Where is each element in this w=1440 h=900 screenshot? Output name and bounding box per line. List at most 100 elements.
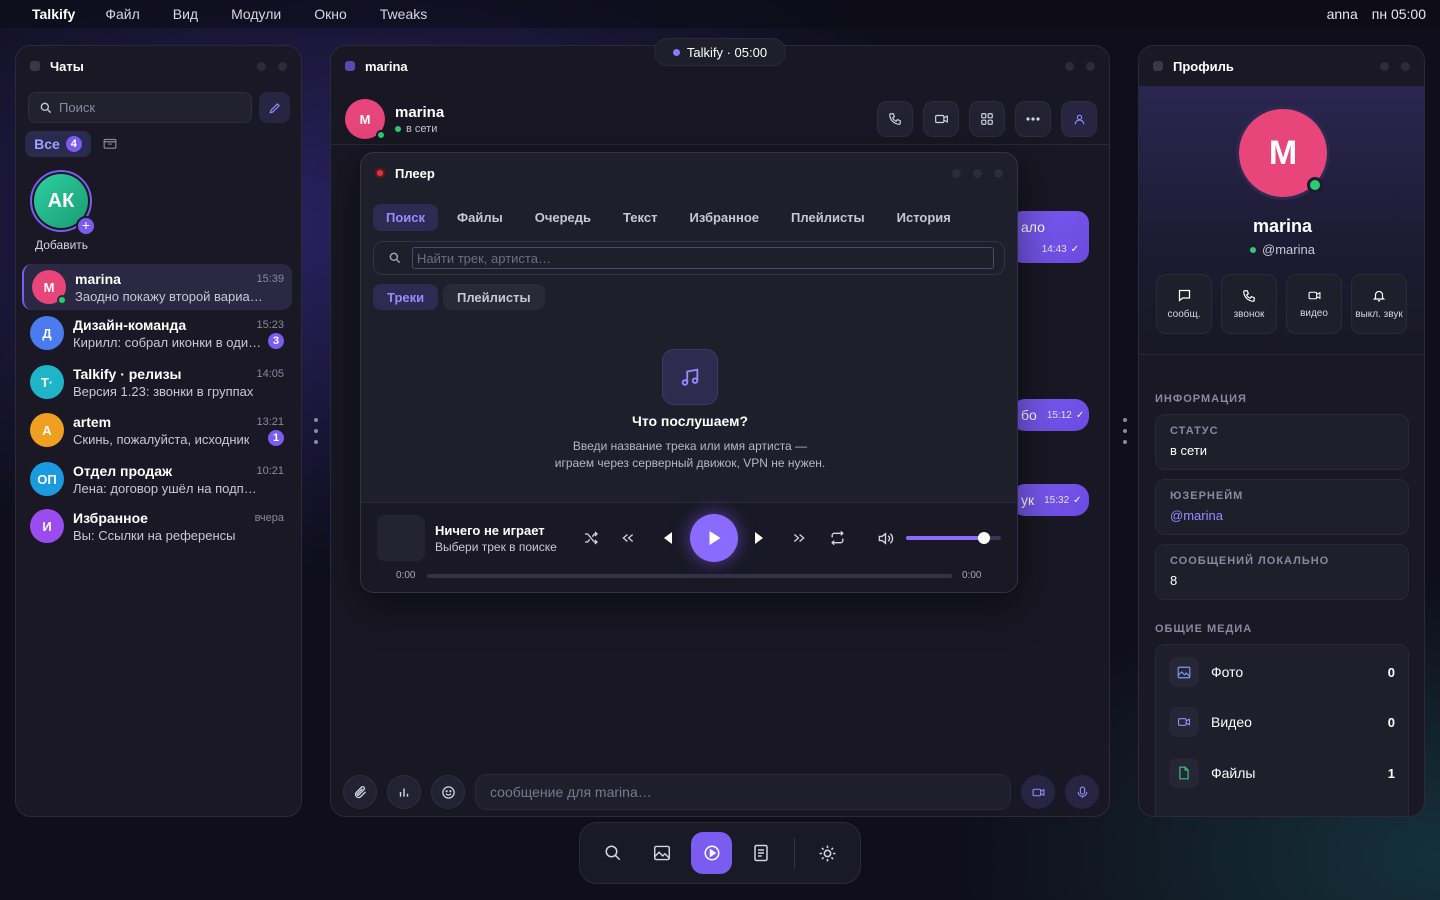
message-action-button[interactable]: сообщ.: [1156, 274, 1212, 334]
media-videos[interactable]: Видео 0: [1155, 697, 1409, 747]
rewind-button[interactable]: [617, 528, 639, 548]
menu-modules[interactable]: Модули: [231, 6, 281, 22]
tab-lyrics[interactable]: Текст: [610, 204, 670, 231]
pill-text: Talkify · 05:00: [686, 44, 768, 60]
volume-slider[interactable]: [906, 532, 1001, 544]
dock-search-button[interactable]: [592, 832, 633, 874]
tab-playlists[interactable]: Плейлисты: [778, 204, 878, 231]
info-key: СТАТУС: [1170, 425, 1219, 437]
app-name[interactable]: Talkify: [32, 6, 75, 22]
dock-gallery-button[interactable]: [641, 832, 682, 874]
attach-button[interactable]: [343, 775, 377, 809]
volume-knob[interactable]: [977, 532, 990, 544]
chat-item[interactable]: И Избранное вчера Вы: Ссылки на референсы: [22, 503, 292, 549]
info-messages-card: СООБЩЕНИЙ ЛОКАЛЬНО 8: [1155, 544, 1409, 600]
next-button[interactable]: [748, 528, 770, 548]
tab-favorites[interactable]: Избранное: [676, 204, 772, 231]
modules-button[interactable]: [969, 101, 1005, 137]
story-add[interactable]: АК +: [30, 170, 96, 236]
voice-button[interactable]: [1065, 775, 1099, 809]
new-chat-button[interactable]: [259, 92, 290, 123]
chat-item[interactable]: T· Talkify · релизы 14:05 Версия 1.23: звон…: [22, 359, 292, 405]
close-icon[interactable]: [994, 168, 1003, 178]
chat-item[interactable]: ОП Отдел продаж 10:21 Лена: договор ушёл на…: [22, 456, 292, 502]
search-input[interactable]: Поиск: [28, 92, 252, 123]
panel-grip-icon[interactable]: [345, 61, 355, 71]
progress-bar[interactable]: [427, 574, 952, 578]
repeat-button[interactable]: [826, 528, 848, 548]
message-bubble[interactable]: бо 15:12 ✓: [1011, 399, 1089, 431]
filter-all-tab[interactable]: Все 4: [25, 131, 91, 157]
contact-avatar[interactable]: M: [345, 99, 386, 140]
menubar-user[interactable]: anna: [1327, 6, 1358, 22]
subtab-playlists[interactable]: Плейлисты: [443, 284, 545, 310]
minimize-icon[interactable]: [257, 61, 266, 71]
chat-item[interactable]: Д Дизайн-команда 15:23 Кирилл: собрал иконк…: [22, 310, 292, 356]
shuffle-button[interactable]: [580, 528, 602, 548]
video-action-button[interactable]: видео: [1286, 274, 1342, 334]
tab-queue[interactable]: Очередь: [522, 204, 604, 231]
message-bubble[interactable]: ало 14:43 ✓: [1011, 211, 1089, 263]
close-icon[interactable]: [1086, 61, 1095, 71]
chat-time: 15:23: [256, 318, 284, 331]
poll-button[interactable]: [387, 775, 421, 809]
minimize-icon[interactable]: [1380, 61, 1389, 71]
info-value[interactable]: @marina: [1170, 508, 1394, 523]
conversation-title: marina: [365, 58, 408, 74]
menu-tweaks[interactable]: Tweaks: [380, 6, 427, 22]
pin-icon[interactable]: [952, 168, 961, 178]
chat-item[interactable]: Mmarina 15:39 Заодно покажу второй вариант…: [22, 264, 292, 310]
tab-history[interactable]: История: [884, 204, 964, 231]
dock-settings-button[interactable]: [807, 832, 848, 874]
fast-forward-button[interactable]: [788, 528, 810, 548]
resize-handle-right[interactable]: [1122, 418, 1127, 444]
resize-handle-left[interactable]: [313, 418, 318, 444]
online-dot: [376, 130, 386, 140]
mute-action-button[interactable]: выкл. звук: [1351, 274, 1407, 334]
bell-icon: [1372, 290, 1386, 302]
minimize-icon[interactable]: [973, 168, 982, 178]
minimize-icon[interactable]: [1065, 61, 1074, 71]
info-username-card[interactable]: ЮЗЕРНЕЙМ @marina: [1155, 479, 1409, 535]
media-files[interactable]: Файлы 1: [1155, 748, 1409, 798]
track-search-field[interactable]: Найти трек, артиста…: [412, 247, 994, 269]
message-bubble[interactable]: ук 15:32 ✓: [1011, 484, 1089, 516]
rewind-icon: [622, 534, 634, 542]
folder-icon[interactable]: [103, 137, 117, 150]
subtab-tracks[interactable]: Треки: [373, 284, 439, 310]
empty-line-2: играем через серверный движок, VPN не ну…: [554, 456, 826, 470]
volume-fill: [906, 536, 984, 540]
status-pill[interactable]: Talkify · 05:00: [654, 38, 786, 66]
tab-search[interactable]: Поиск: [373, 204, 439, 231]
track-search-input[interactable]: Найти трек, артиста…: [373, 241, 1005, 275]
call-button[interactable]: [877, 101, 913, 137]
more-button[interactable]: [1015, 101, 1051, 137]
menu-window[interactable]: Окно: [314, 6, 347, 22]
media-photos[interactable]: Фото 0: [1155, 647, 1409, 697]
close-icon[interactable]: [1401, 61, 1410, 71]
chat-item[interactable]: Aartem 13:21 Скинь, пожалуйста, исходник 1: [22, 407, 292, 453]
pill-dot: [672, 48, 680, 56]
volume-button[interactable]: [874, 528, 896, 548]
previous-button[interactable]: [657, 528, 679, 548]
video-message-button[interactable]: [1021, 775, 1055, 809]
video-call-button[interactable]: [923, 101, 959, 137]
tab-files[interactable]: Файлы: [444, 204, 516, 231]
panel-grip-icon[interactable]: [1153, 61, 1163, 71]
play-button[interactable]: [690, 514, 738, 562]
empty-line-1: Введи название трека или имя артиста —: [572, 439, 808, 453]
panel-grip-icon[interactable]: [30, 61, 40, 71]
menu-view[interactable]: Вид: [173, 6, 198, 22]
profile-button[interactable]: [1061, 101, 1097, 137]
dock-player-button[interactable]: [690, 832, 733, 874]
action-label: выкл. звук: [1355, 309, 1403, 320]
dock-notes-button[interactable]: [740, 832, 781, 874]
action-label: видео: [1300, 308, 1328, 319]
call-action-button[interactable]: звонок: [1221, 274, 1277, 334]
emoji-button[interactable]: [431, 775, 465, 809]
profile-avatar[interactable]: M: [1236, 106, 1330, 200]
close-icon[interactable]: [278, 61, 287, 71]
message-input[interactable]: сообщение для marina…: [475, 774, 1011, 810]
menu-file[interactable]: Файл: [105, 6, 139, 22]
module-dock: [579, 822, 861, 884]
